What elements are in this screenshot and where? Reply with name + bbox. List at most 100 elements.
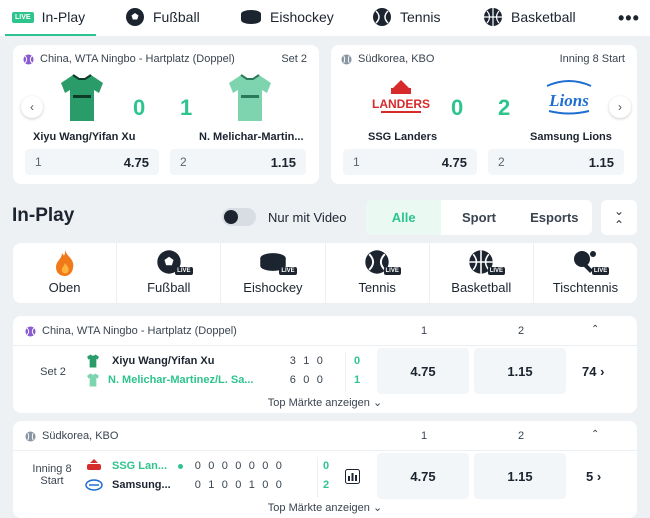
league-name: China, WTA Ningbo - Hartplatz (Doppel) — [42, 325, 237, 337]
inning-score: 0 — [248, 460, 255, 472]
baseball-icon — [341, 53, 352, 65]
live-badge: LIVE — [591, 267, 610, 275]
sport-filter-bar: Oben LIVE Fußball LIVE Eishockey LIVE Te… — [13, 243, 637, 303]
live-icon: LIVE — [12, 11, 34, 23]
odd-button-home[interactable]: 1 4.75 — [25, 149, 159, 175]
card-league: Südkorea, KBO — [341, 53, 434, 65]
toggle-knob — [224, 210, 238, 224]
odd-button-away[interactable]: 2 1.15 — [170, 149, 306, 175]
away-team-name[interactable]: N. Melichar-Martinez/L. Sa... — [108, 374, 253, 386]
collapse-all-button[interactable]: ⌄ ⌃ — [601, 200, 637, 235]
away-set-scores: 6 0 0 — [286, 374, 327, 386]
video-toggle-label: Nur mit Video — [268, 210, 347, 225]
featured-match-card[interactable]: China, WTA Ningbo - Hartplatz (Doppel) S… — [13, 45, 319, 184]
sport-tab-tischtennis[interactable]: LIVE Tischtennis — [534, 243, 637, 303]
sport-tab-label: Tennis — [358, 280, 396, 295]
set-score: 6 — [289, 374, 296, 386]
video-toggle[interactable] — [222, 208, 256, 226]
jersey-icon — [61, 74, 103, 121]
match-header: Südkorea, KBO 1 2 ⌃ — [13, 421, 637, 451]
filter-esports[interactable]: Esports — [517, 210, 592, 225]
home-team-name: SSG Landers — [368, 131, 438, 143]
carousel-next-button[interactable]: › — [609, 96, 631, 118]
odd-button-2[interactable]: 1.15 — [474, 453, 566, 499]
chevron-right-icon: › — [600, 364, 605, 379]
odd-button-away[interactable]: 2 1.15 — [488, 149, 624, 175]
chevron-down-icon: ⌄ — [372, 397, 383, 409]
carousel-prev-button[interactable]: ‹ — [21, 96, 43, 118]
match-status: Set 2 — [281, 53, 307, 65]
match-header: China, WTA Ningbo - Hartplatz (Doppel) 1… — [13, 316, 637, 346]
live-badge: LIVE — [487, 267, 506, 275]
set-score: 3 — [289, 355, 296, 367]
collapse-caret-icon[interactable]: ⌃ — [591, 324, 599, 335]
column-header-1: 1 — [421, 430, 428, 442]
odd-value: 4.75 — [123, 154, 149, 170]
league-name: Südkorea, KBO — [42, 430, 119, 442]
sport-tab-tennis[interactable]: LIVE Tennis — [326, 243, 430, 303]
hockey-puck-icon — [241, 10, 261, 24]
more-menu-button[interactable]: ••• — [618, 8, 640, 29]
stats-icon[interactable] — [345, 469, 360, 484]
odd-button-1[interactable]: 4.75 — [377, 348, 469, 394]
sport-tab-basketball[interactable]: LIVE Basketball — [430, 243, 534, 303]
match-status: Inning 8 Start — [559, 53, 625, 65]
away-team-name: N. Melichar-Martin... — [199, 131, 304, 143]
chevron-right-icon: › — [618, 100, 622, 114]
sport-tab-oben[interactable]: Oben — [13, 243, 118, 303]
away-team-name[interactable]: Samsung... — [112, 479, 171, 491]
more-markets-link[interactable]: 5 › — [586, 469, 601, 484]
ssg-landers-logo — [87, 459, 101, 470]
odd-button-home[interactable]: 1 4.75 — [343, 149, 477, 175]
sport-tab-fussball[interactable]: LIVE Fußball — [117, 243, 222, 303]
home-score: 0 — [133, 95, 146, 120]
nav-item-tennis[interactable]: Tennis — [372, 0, 440, 34]
filter-alle[interactable]: Alle — [366, 200, 442, 235]
away-score: 2 — [498, 95, 511, 120]
set-score: 1 — [303, 355, 310, 367]
nav-item-inplay[interactable]: LIVE In-Play — [12, 0, 85, 34]
sport-tab-eishockey[interactable]: LIVE Eishockey — [221, 243, 326, 303]
match-league: China, WTA Ningbo - Hartplatz (Doppel) — [25, 325, 237, 337]
tennis-ball-icon — [373, 8, 391, 26]
match-status: Set 2 — [40, 366, 66, 378]
more-markets-link[interactable]: 74 › — [582, 364, 604, 379]
inning-score: 0 — [208, 460, 215, 472]
inning-score: 0 — [235, 460, 242, 472]
nav-item-eishockey[interactable]: Eishockey — [240, 0, 334, 34]
top-markets-toggle[interactable]: Top Märkte anzeigen ⌄ — [13, 501, 637, 514]
set-score: 0 — [316, 374, 323, 386]
odd-label: 1 — [35, 155, 42, 169]
nav-item-basketball[interactable]: Basketball — [483, 0, 576, 34]
collapse-icon: ⌄ ⌃ — [613, 204, 625, 232]
top-markets-toggle[interactable]: Top Märkte anzeigen ⌄ — [13, 396, 637, 409]
home-team-name[interactable]: Xiyu Wang/Yifan Xu — [112, 355, 214, 367]
column-header-2: 2 — [518, 325, 525, 337]
serving-indicator — [178, 464, 183, 469]
odd-button-1[interactable]: 4.75 — [377, 453, 469, 499]
samsung-lions-logo — [85, 479, 103, 491]
set-score: 0 — [303, 374, 310, 386]
inning-score: 0 — [221, 479, 228, 491]
live-badge: LIVE — [383, 267, 401, 275]
filter-sport[interactable]: Sport — [441, 210, 516, 225]
filter-segmented-control: Alle Sport Esports — [366, 200, 592, 235]
nav-item-label: Basketball — [511, 9, 576, 25]
inning-score: 0 — [194, 460, 201, 472]
tennis-ball-icon — [25, 325, 36, 337]
league-name: Südkorea, KBO — [358, 53, 435, 65]
home-team-name[interactable]: SSG Lan... — [112, 460, 167, 472]
odd-button-2[interactable]: 1.15 — [474, 348, 566, 394]
chevron-down-icon: ⌄ — [372, 502, 383, 514]
league-name: China, WTA Ningbo - Hartplatz (Doppel) — [40, 53, 235, 65]
collapse-caret-icon[interactable]: ⌃ — [591, 429, 599, 440]
chevron-left-icon: ‹ — [30, 100, 34, 114]
nav-item-fussball[interactable]: Fußball — [125, 0, 200, 34]
inning-score: 0 — [194, 479, 201, 491]
featured-match-card[interactable]: Südkorea, KBO Inning 8 Start LANDERS 0 2… — [331, 45, 637, 184]
away-inning-scores: 0 1 0 0 1 0 0 — [191, 479, 286, 491]
nav-item-label: Eishockey — [270, 9, 334, 25]
logo-text: Lions — [548, 91, 589, 110]
home-inning-scores: 0 0 0 0 0 0 0 — [191, 460, 286, 472]
match-status: Inning 8 Start — [32, 463, 72, 487]
